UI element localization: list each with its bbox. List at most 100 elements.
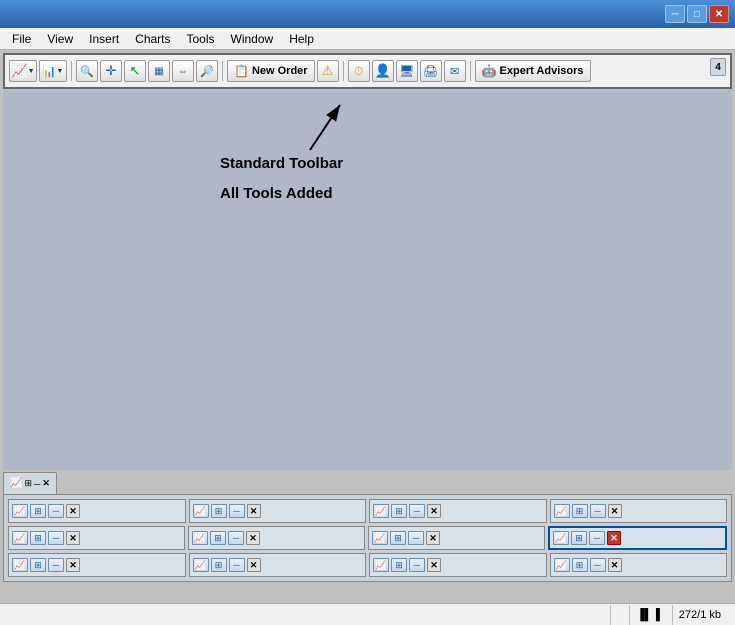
win-close-btn-1-3[interactable]: ✕ [427, 504, 441, 518]
win-min-btn-3-2[interactable]: ─ [229, 558, 245, 572]
win-chart-btn-2-3[interactable]: 📈 [372, 531, 388, 545]
new-chart-icon: 📈 [11, 63, 27, 79]
expert-advisors-button[interactable]: 🤖 Expert Advisors [475, 60, 591, 82]
win-chart-btn-1-2[interactable]: 📈 [193, 504, 209, 518]
tab-close-icon[interactable]: ✕ [42, 478, 50, 489]
chart-type-button[interactable]: 📊 ▼ [39, 60, 67, 82]
chart-scroll-button[interactable]: ⇔ [172, 60, 194, 82]
win-chart-btn-2-1[interactable]: 📈 [12, 531, 28, 545]
menu-file[interactable]: File [4, 30, 39, 48]
mini-window-2-1: 📈 ⊞ ─ ✕ [8, 526, 185, 550]
bottom-panel: 📈 ⊞ ─ ✕ 📈 ⊞ ─ ✕ 📈 ⊞ ─ ✕ 📈 ⊞ ─ [3, 470, 732, 603]
win-restore-btn-3-3[interactable]: ⊞ [391, 558, 407, 572]
period-sep-button[interactable]: ▦ [148, 60, 170, 82]
status-size: 272/1 kb [672, 605, 727, 625]
win-min-btn-1-1[interactable]: ─ [48, 504, 64, 518]
menu-insert[interactable]: Insert [81, 30, 127, 48]
terminal-icon: 🖥 [399, 64, 414, 78]
win-restore-btn-3-2[interactable]: ⊞ [211, 558, 227, 572]
menu-window[interactable]: Window [223, 30, 282, 48]
win-restore-btn-2-3[interactable]: ⊞ [390, 531, 406, 545]
win-restore-btn-3-1[interactable]: ⊞ [30, 558, 46, 572]
mini-window-2-3: 📈 ⊞ ─ ✕ [368, 526, 545, 550]
window-row-1: 📈 ⊞ ─ ✕ 📈 ⊞ ─ ✕ 📈 ⊞ ─ ✕ 📈 ⊞ ─ ✕ [8, 499, 727, 523]
win-chart-btn-3-4[interactable]: 📈 [554, 558, 570, 572]
terminal-button[interactable]: 🖥 [396, 60, 418, 82]
win-close-btn-2-3[interactable]: ✕ [426, 531, 440, 545]
mini-window-3-1: 📈 ⊞ ─ ✕ [8, 553, 186, 577]
win-chart-btn-3-3[interactable]: 📈 [373, 558, 389, 572]
win-min-btn-2-3[interactable]: ─ [408, 531, 424, 545]
win-chart-btn-2-4[interactable]: 📈 [553, 531, 569, 545]
close-button[interactable]: ✕ [709, 5, 729, 23]
win-close-btn-2-2[interactable]: ✕ [246, 531, 260, 545]
chart-type-icon: 📊 [43, 65, 57, 78]
win-chart-btn-2-2[interactable]: 📈 [192, 531, 208, 545]
print-icon: 🖨 [423, 64, 438, 78]
win-min-btn-2-2[interactable]: ─ [228, 531, 244, 545]
win-min-btn-1-4[interactable]: ─ [590, 504, 606, 518]
zoom-in-button[interactable]: 🔎 [196, 60, 218, 82]
win-restore-btn-2-2[interactable]: ⊞ [210, 531, 226, 545]
win-restore-btn-1-4[interactable]: ⊞ [572, 504, 588, 518]
win-restore-btn-1-3[interactable]: ⊞ [391, 504, 407, 518]
win-min-btn-1-2[interactable]: ─ [229, 504, 245, 518]
menu-tools[interactable]: Tools [179, 30, 223, 48]
new-order-icon: 📋 [234, 64, 249, 78]
win-close-btn-3-2[interactable]: ✕ [247, 558, 261, 572]
win-restore-btn-2-4[interactable]: ⊞ [571, 531, 587, 545]
history-button[interactable]: ⏱ [348, 60, 370, 82]
win-min-btn-1-3[interactable]: ─ [409, 504, 425, 518]
window-tab-1[interactable]: 📈 ⊞ ─ ✕ [3, 472, 57, 494]
zoom-button[interactable]: 🔍 [76, 60, 98, 82]
status-bars-segment [610, 605, 623, 625]
win-min-btn-3-1[interactable]: ─ [48, 558, 64, 572]
separator-3 [343, 61, 344, 81]
win-close-btn-1-1[interactable]: ✕ [66, 504, 80, 518]
win-min-btn-3-4[interactable]: ─ [590, 558, 606, 572]
win-restore-btn-3-4[interactable]: ⊞ [572, 558, 588, 572]
tab-restore-icon: ⊞ [24, 478, 32, 489]
win-restore-btn-1-2[interactable]: ⊞ [211, 504, 227, 518]
mini-window-3-3: 📈 ⊞ ─ ✕ [369, 553, 547, 577]
mini-window-1-3: 📈 ⊞ ─ ✕ [369, 499, 547, 523]
win-chart-btn-1-3[interactable]: 📈 [373, 504, 389, 518]
toolbar-corner-number: 4 [710, 58, 726, 76]
win-close-btn-3-3[interactable]: ✕ [427, 558, 441, 572]
mini-window-1-2: 📈 ⊞ ─ ✕ [189, 499, 367, 523]
win-min-btn-2-1[interactable]: ─ [48, 531, 64, 545]
annotation-line1: Standard Toolbar [220, 155, 343, 172]
minimize-button[interactable]: ─ [665, 5, 685, 23]
menu-charts[interactable]: Charts [127, 30, 178, 48]
cursor-button[interactable]: ↖ [124, 60, 146, 82]
new-order-button[interactable]: 📋 New Order [227, 60, 315, 82]
email-button[interactable]: ✉ [444, 60, 466, 82]
print-button[interactable]: 🖨 [420, 60, 442, 82]
info-button[interactable]: ⚠ [317, 60, 339, 82]
win-min-btn-2-4[interactable]: ─ [589, 531, 605, 545]
win-close-btn-3-4[interactable]: ✕ [608, 558, 622, 572]
win-close-btn-2-4[interactable]: ✕ [607, 531, 621, 545]
menu-view[interactable]: View [39, 30, 81, 48]
mini-window-3-4: 📈 ⊞ ─ ✕ [550, 553, 728, 577]
win-close-btn-2-1[interactable]: ✕ [66, 531, 80, 545]
win-close-btn-1-2[interactable]: ✕ [247, 504, 261, 518]
dropdown-arrow-icon: ▼ [28, 68, 35, 75]
win-chart-btn-3-1[interactable]: 📈 [12, 558, 28, 572]
standard-toolbar: 📈 ▼ 📊 ▼ 🔍 ✛ ↖ ▦ ⇔ 🔎 📋 New Order ⚠ ⏱ 👤 [3, 53, 732, 89]
accounts-button[interactable]: 👤 [372, 60, 394, 82]
crosshair-button[interactable]: ✛ [100, 60, 122, 82]
mini-window-2-4: 📈 ⊞ ─ ✕ [548, 526, 727, 550]
win-chart-btn-1-1[interactable]: 📈 [12, 504, 28, 518]
win-close-btn-1-4[interactable]: ✕ [608, 504, 622, 518]
win-restore-btn-2-1[interactable]: ⊞ [30, 531, 46, 545]
new-chart-button[interactable]: 📈 ▼ [9, 60, 37, 82]
win-min-btn-3-3[interactable]: ─ [409, 558, 425, 572]
maximize-button[interactable]: □ [687, 5, 707, 23]
win-restore-btn-1-1[interactable]: ⊞ [30, 504, 46, 518]
win-chart-btn-3-2[interactable]: 📈 [193, 558, 209, 572]
win-close-btn-3-1[interactable]: ✕ [66, 558, 80, 572]
size-text: 272/1 kb [679, 609, 721, 621]
menu-help[interactable]: Help [281, 30, 322, 48]
win-chart-btn-1-4[interactable]: 📈 [554, 504, 570, 518]
